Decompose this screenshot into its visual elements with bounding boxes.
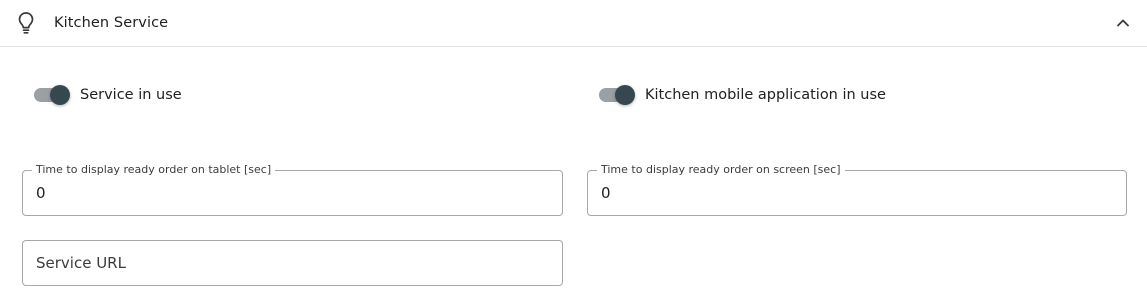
switch-thumb — [50, 85, 70, 105]
service-url-input[interactable] — [36, 253, 536, 273]
screen-display-time-label: Time to display ready order on screen [s… — [597, 163, 845, 177]
kitchen-mobile-app-switch[interactable] — [598, 82, 636, 108]
kitchen-mobile-app-toggle-row: Kitchen mobile application in use — [598, 82, 886, 108]
chevron-up-icon[interactable] — [1115, 15, 1131, 31]
lightbulb-icon — [18, 12, 34, 34]
screen-display-time-value[interactable]: 0 — [601, 183, 611, 203]
section-title: Kitchen Service — [54, 15, 169, 31]
kitchen-mobile-app-label: Kitchen mobile application in use — [645, 87, 886, 103]
tablet-display-time-value[interactable]: 0 — [36, 183, 46, 203]
switch-thumb — [615, 85, 635, 105]
service-in-use-toggle-row: Service in use — [33, 82, 182, 108]
section-header[interactable]: Kitchen Service — [0, 0, 1147, 47]
service-in-use-label: Service in use — [80, 87, 182, 103]
service-in-use-switch[interactable] — [33, 82, 71, 108]
tablet-display-time-label: Time to display ready order on tablet [s… — [32, 163, 276, 177]
screen-display-time-field[interactable]: Time to display ready order on screen [s… — [587, 163, 1127, 216]
tablet-display-time-field[interactable]: Time to display ready order on tablet [s… — [22, 163, 563, 216]
service-url-field[interactable] — [22, 240, 563, 286]
